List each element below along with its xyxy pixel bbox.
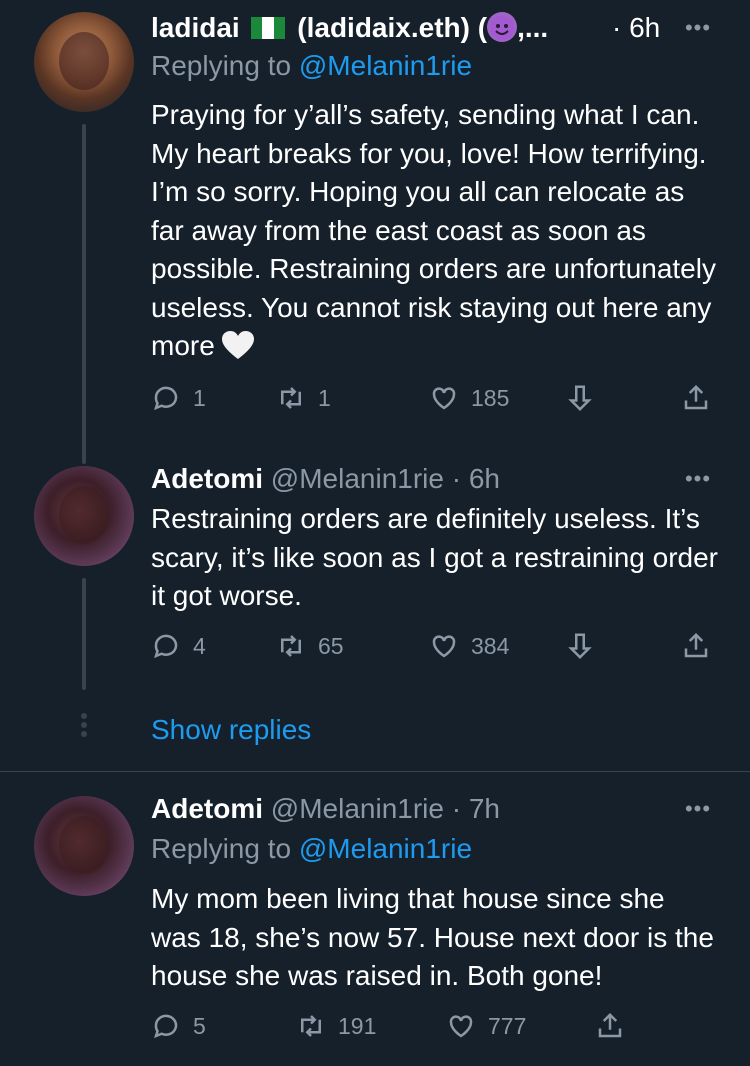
like-button[interactable]: 185: [429, 380, 509, 416]
thread-gap-dots: [80, 713, 88, 740]
reply-button[interactable]: 4: [151, 628, 206, 664]
nigeria-flag-icon: [251, 17, 286, 39]
avatar-adetomi[interactable]: [34, 466, 134, 566]
tweet-text: Praying for y’all’s safety, sending what…: [151, 99, 716, 361]
tweet-text: My mom been living that house since she …: [151, 883, 714, 991]
share-icon: [598, 1012, 622, 1038]
white-heart-emoji: [221, 331, 254, 359]
reply-icon: [154, 386, 178, 411]
tweet-1-header: ladidai (ladidaix.eth) (,...: [151, 10, 580, 46]
display-name[interactable]: Adetomi: [151, 463, 263, 494]
retweet-count: 1: [318, 384, 331, 411]
tip-arrow-icon: [568, 385, 592, 412]
reply-count: 5: [193, 1012, 206, 1039]
tweet-text: Restraining orders are definitely useles…: [151, 503, 718, 611]
avatar-adetomi[interactable]: [34, 796, 134, 896]
like-button[interactable]: 777: [446, 1008, 526, 1044]
tweet-actions: 4 65 384: [151, 628, 721, 664]
heart-icon: [432, 387, 456, 410]
heart-icon: [432, 635, 456, 658]
tweet-time[interactable]: · 6h: [452, 463, 500, 494]
show-replies-link[interactable]: Show replies: [151, 712, 311, 748]
avatar-ladidai[interactable]: [34, 12, 134, 112]
thread-line: [82, 578, 86, 690]
replying-to: Replying to @Melanin1rie: [151, 50, 473, 81]
retweet-icon: [301, 1015, 321, 1037]
tweet-actions: 5 191 777: [151, 1008, 721, 1044]
tweet-time[interactable]: · 7h: [452, 793, 500, 824]
reply-icon: [154, 1014, 178, 1039]
reply-icon: [154, 634, 178, 659]
share-button[interactable]: [681, 380, 711, 416]
share-button[interactable]: [681, 628, 711, 664]
like-count: 384: [471, 632, 510, 659]
retweet-button[interactable]: 1: [276, 380, 331, 416]
smiling-devil-emoji: [487, 12, 518, 42]
display-name[interactable]: ladidai: [151, 12, 240, 43]
heart-icon: [449, 1015, 473, 1038]
share-icon: [684, 384, 708, 410]
tweet-2-header: Adetomi @Melanin1rie · 6h: [151, 461, 710, 497]
user-handle[interactable]: @Melanin1rie: [271, 793, 444, 824]
display-name[interactable]: Adetomi: [151, 793, 263, 824]
reply-count: 1: [193, 384, 206, 411]
divider: [0, 771, 750, 772]
mention-link[interactable]: @Melanin1rie: [299, 833, 472, 864]
retweet-icon: [281, 387, 301, 409]
more-options-button[interactable]: •••: [680, 13, 716, 43]
more-options-button[interactable]: •••: [680, 794, 716, 824]
retweet-button[interactable]: 65: [276, 628, 344, 664]
tip-arrow-icon: [568, 633, 592, 660]
retweet-count: 65: [318, 632, 344, 659]
tweet-time[interactable]: · 6h: [612, 10, 670, 46]
tip-button[interactable]: [565, 628, 595, 664]
retweet-icon: [281, 635, 301, 657]
share-button[interactable]: [595, 1008, 625, 1044]
retweet-count: 191: [338, 1012, 377, 1039]
reply-count: 4: [193, 632, 206, 659]
share-icon: [684, 632, 708, 658]
like-button[interactable]: 384: [429, 628, 509, 664]
like-count: 185: [471, 384, 510, 411]
like-count: 777: [488, 1012, 527, 1039]
retweet-button[interactable]: 191: [296, 1008, 376, 1044]
more-options-button[interactable]: •••: [680, 464, 716, 494]
tweet-actions: 1 1 185: [151, 380, 721, 416]
mention-link[interactable]: @Melanin1rie: [299, 50, 472, 81]
reply-button[interactable]: 1: [151, 380, 206, 416]
display-name-suffix[interactable]: (ladidaix.eth) (: [297, 12, 487, 43]
display-name-tail: ,...: [517, 12, 549, 43]
reply-button[interactable]: 5: [151, 1008, 206, 1044]
user-handle[interactable]: @Melanin1rie: [271, 463, 444, 494]
tip-button[interactable]: [565, 380, 595, 416]
replying-to: Replying to @Melanin1rie: [151, 833, 473, 864]
thread-line: [82, 124, 86, 464]
tweet-3-header: Adetomi @Melanin1rie · 7h: [151, 791, 710, 827]
